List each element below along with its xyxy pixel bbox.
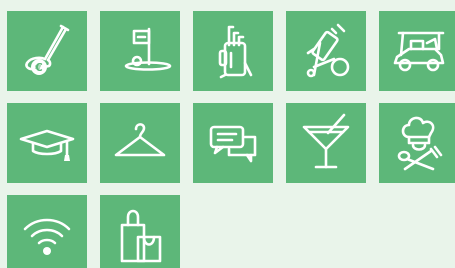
- cocktail-glass-icon: [302, 113, 350, 169]
- amenities-icon-grid: €: [0, 0, 455, 268]
- tile-golf-academy[interactable]: [7, 103, 87, 183]
- tile-bar[interactable]: [286, 103, 366, 183]
- golf-trolley-icon: [306, 23, 350, 78]
- clothes-hanger-icon: [114, 123, 166, 157]
- tile-golf-trolley[interactable]: [286, 11, 366, 91]
- graduation-cap-icon: [19, 129, 75, 161]
- euro-symbol: €: [34, 61, 43, 74]
- golf-hole-flag-icon: [124, 27, 172, 71]
- shopping-bags-icon: [120, 209, 162, 263]
- tile-cloakroom[interactable]: [100, 103, 180, 183]
- chef-restaurant-icon: [397, 116, 443, 171]
- chat-bubbles-icon: [209, 125, 257, 163]
- tile-golf-club-rental[interactable]: €: [7, 11, 87, 91]
- tile-golf-course[interactable]: [100, 11, 180, 91]
- golf-bag-icon: [218, 25, 253, 79]
- golf-cart-icon: [393, 31, 445, 72]
- tile-golf-bag[interactable]: [193, 11, 273, 91]
- golf-club-euro-icon: €: [25, 24, 70, 75]
- tile-restaurant[interactable]: [379, 103, 455, 183]
- tile-pro-shop[interactable]: [100, 195, 180, 268]
- tile-meeting-room[interactable]: [193, 103, 273, 183]
- wifi-icon: [23, 218, 71, 255]
- tile-wifi[interactable]: [7, 195, 87, 268]
- tile-golf-cart[interactable]: [379, 11, 455, 91]
